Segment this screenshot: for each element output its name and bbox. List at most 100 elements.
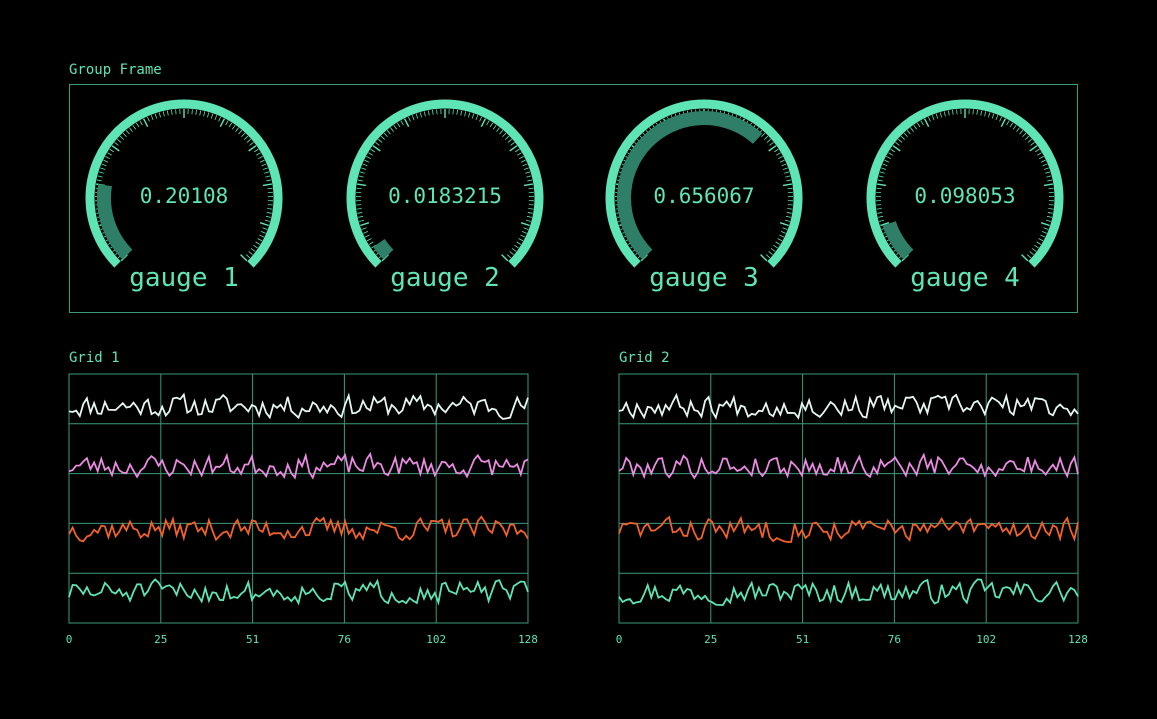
grid-x-tick-label: 76 <box>888 633 901 646</box>
gauge-tick <box>210 113 214 119</box>
gauge-tick <box>225 120 229 126</box>
gauge-tick <box>228 122 233 128</box>
grid-x-tick-label: 102 <box>426 633 446 646</box>
gauge-tick <box>526 175 532 178</box>
grid-x-tick-label: 0 <box>66 633 73 646</box>
gauge-tick <box>923 118 930 128</box>
grid-x-tick-label: 128 <box>1068 633 1088 646</box>
gauge-tick <box>129 127 133 132</box>
gauge-tick <box>244 135 249 140</box>
gauge-tick <box>166 110 169 116</box>
gauge-tick <box>253 148 259 153</box>
gauge-tick <box>785 175 791 178</box>
gauge-tick <box>1043 183 1054 187</box>
gauge-tick <box>162 111 165 117</box>
gauge-tick <box>390 127 394 132</box>
gauge-tick <box>456 109 458 115</box>
gauge-tick <box>501 254 509 262</box>
gauge-tick <box>262 227 268 230</box>
gauge-tick <box>884 159 890 163</box>
gauge-tick <box>366 155 371 160</box>
gauge-tick <box>1045 219 1051 222</box>
gauge-3-value: 0.656067 <box>653 184 754 208</box>
gauge-tick <box>1040 222 1050 227</box>
gauge-tick <box>1034 148 1040 153</box>
gauge-tick <box>1048 187 1054 190</box>
gauge-tick <box>267 187 273 190</box>
gauge-tick <box>111 145 120 152</box>
gauge-tick <box>105 155 110 160</box>
gauge-tick <box>1029 251 1034 256</box>
gauge-tick <box>1043 167 1049 170</box>
gauge-tick <box>780 230 786 234</box>
gauge-tick <box>218 116 221 122</box>
grid-series-line-1 <box>618 392 1079 420</box>
gauge-tick <box>916 122 921 128</box>
gauge-4[interactable]: 0.098053 gauge 4 <box>866 99 1064 293</box>
gauge-tick <box>892 145 901 152</box>
gauge-tick <box>910 127 914 132</box>
gauge-tick <box>519 155 524 160</box>
gauge-tick <box>408 116 411 122</box>
gauge-tick <box>262 167 268 170</box>
gauge-tick <box>764 135 769 140</box>
gauge-tick <box>261 163 267 167</box>
gauge-tick <box>890 148 896 153</box>
gauge-tick <box>991 113 995 119</box>
gauge-tick <box>98 171 104 174</box>
gauge-tick <box>396 122 401 128</box>
gauge-tick <box>888 152 893 156</box>
gauge-tick <box>878 175 884 178</box>
gauge-tick <box>259 222 269 227</box>
gauge-tick <box>356 208 362 210</box>
gauge-tick <box>363 230 369 234</box>
gauge-tick <box>468 112 471 118</box>
gauge-tick <box>877 179 883 182</box>
gauge-tick <box>520 159 526 163</box>
gauge-tick <box>1047 212 1053 214</box>
gauge-tick <box>506 254 512 259</box>
gauge-tick <box>947 110 950 116</box>
gauge-tick <box>393 124 398 130</box>
gauge-tick <box>411 115 415 121</box>
gauge-tick <box>943 111 946 117</box>
gauge-tick <box>505 135 510 140</box>
grid-series-line-2 <box>68 451 529 480</box>
gauge-tick <box>528 187 534 190</box>
gauge-tick <box>125 130 130 135</box>
grid-series-line-2 <box>618 452 1079 480</box>
gauge-tick <box>203 111 206 117</box>
gauge-tick <box>1040 234 1046 238</box>
gauge-tick <box>101 163 107 167</box>
gauge-tick <box>460 110 463 116</box>
gauge-tick <box>264 219 270 222</box>
gauge-3[interactable]: 0.656067 gauge 3 <box>605 99 803 293</box>
gauge-tick <box>419 112 422 118</box>
gauge-2[interactable]: 0.0183215 gauge 2 <box>346 99 544 293</box>
gauge-tick <box>1046 175 1052 178</box>
gauge-tick <box>522 163 528 167</box>
grid-1-label: Grid 1 <box>69 350 120 366</box>
gauge-tick <box>195 109 197 115</box>
gauge-tick <box>489 122 494 128</box>
gauge-1[interactable]: 0.20108 gauge 1 <box>85 99 283 293</box>
gauge-tick <box>935 113 939 119</box>
gauge-tick <box>787 208 793 210</box>
gauge-tick <box>358 215 364 218</box>
grid-x-tick-label: 102 <box>976 633 996 646</box>
gauge-tick <box>248 145 257 152</box>
gauge-tick <box>241 132 246 138</box>
gauge-tick <box>361 167 367 170</box>
gauge-tick <box>785 215 791 218</box>
gauge-tick <box>238 130 243 135</box>
gauge-tick <box>427 110 430 116</box>
gauge-tick <box>142 118 149 128</box>
gauge-tick <box>265 175 271 178</box>
gauge-tick <box>475 115 479 121</box>
gauge-tick <box>877 212 883 214</box>
gauge-tick <box>1030 142 1035 146</box>
gauge-tick <box>154 113 158 119</box>
gauge-tick <box>400 120 404 126</box>
gauge-tick <box>359 219 365 222</box>
gauge-tick <box>240 254 248 262</box>
